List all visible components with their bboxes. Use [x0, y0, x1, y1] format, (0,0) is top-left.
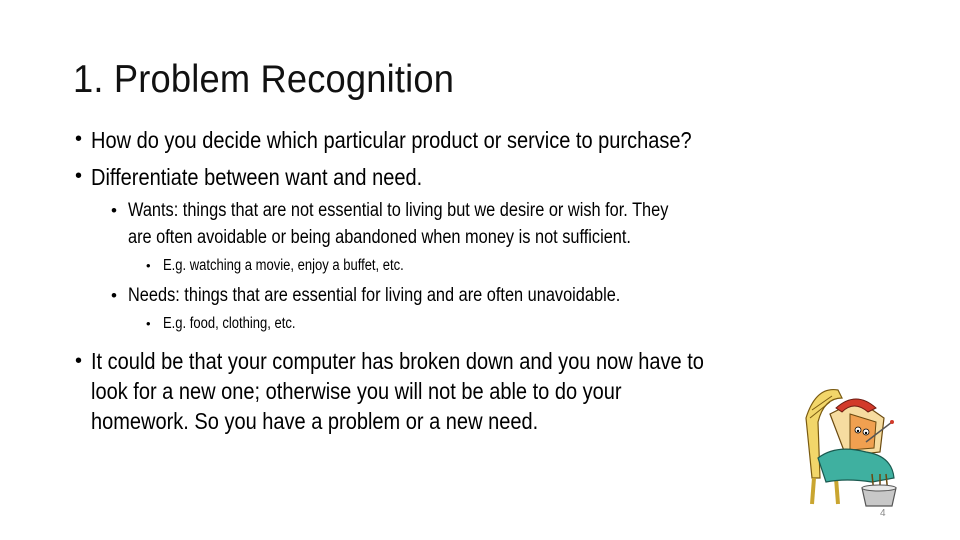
bullet-icon: • — [111, 286, 117, 305]
bullet-text: E.g. watching a movie, enjoy a buffet, e… — [163, 257, 404, 274]
bullet-text-continued: homework. So you have a problem or a new… — [91, 408, 539, 434]
bullet-text-continued: are often avoidable or being abandoned w… — [128, 227, 631, 248]
bullet-text: How do you decide which particular produ… — [91, 127, 692, 153]
bullet-text: E.g. food, clothing, etc. — [163, 315, 296, 332]
slide-title: 1. Problem Recognition — [73, 58, 455, 101]
sick-computer-clipart-icon — [805, 388, 897, 507]
bullet-icon: • — [111, 201, 117, 220]
bullet-icon: • — [75, 165, 83, 187]
bullet-text: Wants: things that are not essential to … — [128, 200, 669, 221]
slide: 1. Problem Recognition • How do you deci… — [0, 0, 960, 540]
bullet-text: Needs: things that are essential for liv… — [128, 285, 621, 306]
bullet-text: It could be that your computer has broke… — [91, 348, 704, 374]
bullet-icon: • — [75, 128, 83, 150]
bullet-text-continued: look for a new one; otherwise you will n… — [91, 378, 622, 404]
bullet-icon: • — [75, 350, 83, 372]
bullet-text: Differentiate between want and need. — [91, 164, 423, 190]
bullet-icon: • — [146, 258, 151, 273]
page-number: 4 — [880, 508, 886, 519]
bullet-icon: • — [146, 316, 151, 331]
